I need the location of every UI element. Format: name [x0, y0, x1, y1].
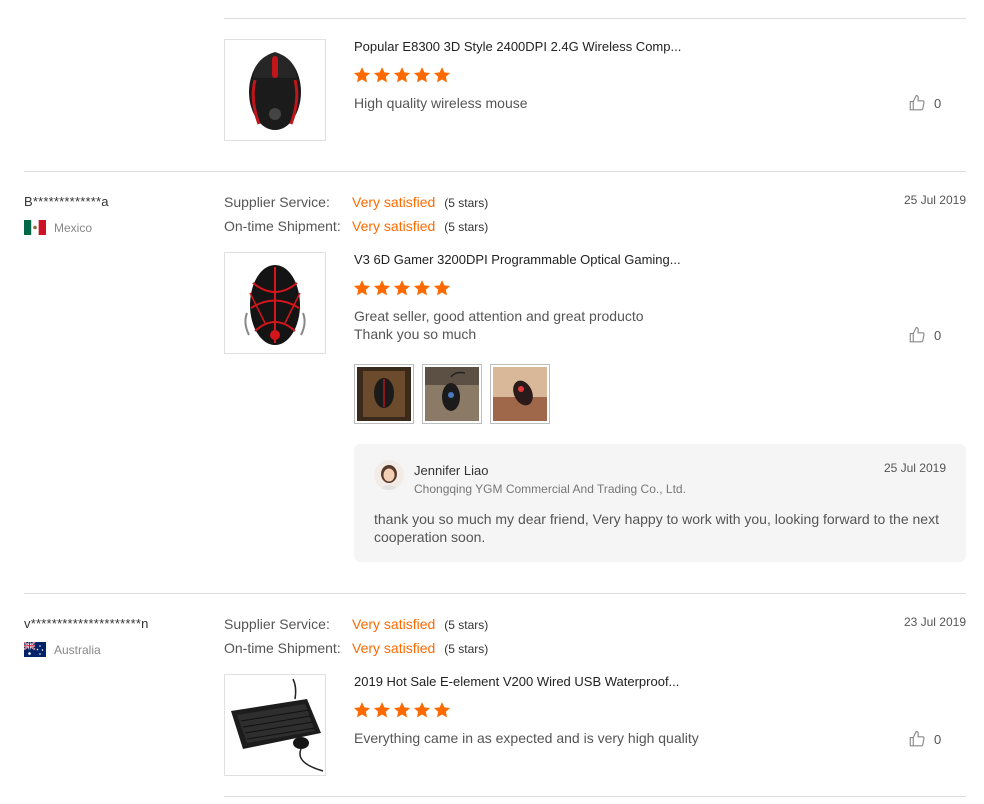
divider [224, 18, 966, 19]
seller-company[interactable]: Chongqing YGM Commercial And Trading Co.… [414, 482, 686, 496]
divider [24, 171, 966, 172]
thumbs-up-icon [909, 326, 925, 343]
like-count: 0 [934, 731, 942, 747]
seller-avatar [374, 460, 404, 490]
review-photo[interactable] [354, 364, 414, 424]
like-count: 0 [934, 327, 942, 343]
thumbs-up-icon [909, 730, 925, 747]
supplier-service-rating: Supplier Service: Very satisfied (5 star… [224, 616, 488, 632]
star-icon [433, 67, 451, 83]
rating-label: Supplier Service: [224, 194, 330, 210]
star-icon [373, 280, 391, 296]
gaming-mouse-image [244, 265, 306, 345]
rating-label: On-time Shipment: [224, 640, 341, 656]
rating-stars-text: (5 stars) [444, 618, 489, 632]
review-photo[interactable] [490, 364, 550, 424]
rating-value: Very satisfied [352, 218, 436, 234]
review-date: 25 Jul 2019 [903, 193, 966, 207]
reply-text: thank you so much my dear friend, Very h… [374, 511, 939, 545]
photo-image [425, 367, 479, 421]
product-title[interactable]: 2019 Hot Sale E-element V200 Wired USB W… [354, 674, 679, 689]
star-icon [373, 67, 391, 83]
star-icon [353, 67, 371, 83]
shipment-rating: On-time Shipment: Very satisfied (5 star… [224, 640, 488, 656]
star-icon [433, 280, 451, 296]
review-text: Great seller, good attention and great p… [354, 307, 644, 343]
rating-label: On-time Shipment: [224, 218, 341, 234]
rating-value: Very satisfied [352, 640, 436, 656]
rating-value: Very satisfied [352, 616, 436, 632]
buyer-name: B*************a [24, 194, 109, 209]
product-title[interactable]: V3 6D Gamer 3200DPI Programmable Optical… [354, 252, 681, 267]
reply-date: 25 Jul 2019 [883, 461, 946, 475]
rating-stars-text: (5 stars) [444, 220, 489, 234]
photo-image [493, 367, 547, 421]
thumbs-up-icon [909, 94, 925, 111]
seller-name: Jennifer Liao [414, 463, 489, 478]
like-count: 0 [934, 95, 942, 111]
review-text-line: Great seller, good attention and great p… [354, 308, 644, 324]
mexico-flag-icon [24, 220, 46, 235]
star-icon [413, 67, 431, 83]
star-icon [413, 280, 431, 296]
star-icon [373, 702, 391, 718]
review-text-line: Thank you so much [354, 326, 477, 342]
star-icon [433, 702, 451, 718]
like-button[interactable]: 0 [908, 730, 941, 748]
review-text: Everything came in as expected and is ve… [354, 730, 699, 746]
review-photo[interactable] [422, 364, 482, 424]
buyer-name: v*********************n [24, 616, 149, 631]
buyer-country: Australia [24, 642, 101, 657]
avatar-image [374, 460, 404, 490]
divider [24, 593, 966, 594]
buyer-country: Mexico [24, 220, 92, 235]
rating-value: Very satisfied [352, 194, 436, 210]
rating-label: Supplier Service: [224, 616, 330, 632]
like-button[interactable]: 0 [908, 326, 941, 344]
star-icon [353, 280, 371, 296]
divider [224, 796, 966, 797]
star-rating [353, 66, 451, 84]
country-name: Australia [54, 642, 101, 657]
review-text: High quality wireless mouse [354, 95, 528, 111]
star-icon [353, 702, 371, 718]
star-icon [393, 67, 411, 83]
product-thumbnail[interactable] [224, 674, 326, 776]
star-icon [393, 280, 411, 296]
shipment-rating: On-time Shipment: Very satisfied (5 star… [224, 218, 488, 234]
product-thumbnail[interactable] [224, 39, 326, 141]
seller-reply: Jennifer Liao Chongqing YGM Commercial A… [354, 444, 966, 562]
wireless-mouse-image [249, 52, 301, 130]
rating-stars-text: (5 stars) [444, 642, 489, 656]
star-icon [413, 702, 431, 718]
like-button[interactable]: 0 [908, 94, 941, 112]
review-date: 23 Jul 2019 [903, 615, 966, 629]
product-title[interactable]: Popular E8300 3D Style 2400DPI 2.4G Wire… [354, 39, 681, 54]
australia-flag-icon [24, 642, 46, 657]
rating-stars-text: (5 stars) [444, 196, 489, 210]
country-name: Mexico [54, 220, 93, 235]
keyboard-mouse-image [231, 678, 324, 772]
star-rating [353, 701, 451, 719]
photo-image [357, 367, 411, 421]
star-icon [393, 702, 411, 718]
product-thumbnail[interactable] [224, 252, 326, 354]
supplier-service-rating: Supplier Service: Very satisfied (5 star… [224, 194, 488, 210]
star-rating [353, 279, 451, 297]
